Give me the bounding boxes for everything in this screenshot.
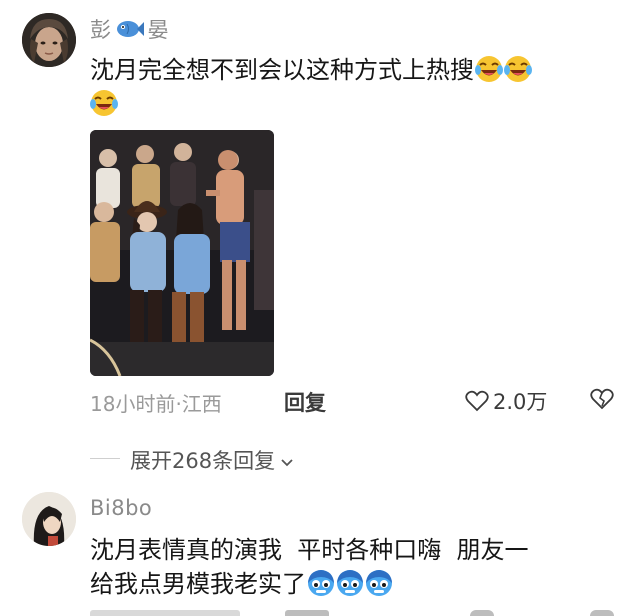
expand-replies-label: 展开268条回复 <box>130 449 276 473</box>
comment-username[interactable]: Bi8bo <box>90 496 152 520</box>
comment-text-line: 沈月完全想不到会以这种方式上热搜 <box>90 56 474 84</box>
comment-text-line: 沈月表情真的演我 平时各种口嗨 朋友一 <box>90 536 529 564</box>
expand-replies-divider <box>90 458 120 459</box>
fish-emoji <box>115 18 145 40</box>
cold-face-icon <box>336 569 364 597</box>
cold-face-icon <box>365 569 393 597</box>
dislike-button[interactable] <box>590 388 614 410</box>
laughing-crying-icon <box>504 55 532 83</box>
username-part-2: 晏 <box>147 18 169 42</box>
comment-meta-row-partial <box>90 608 620 616</box>
laughing-crying-icon <box>90 89 118 117</box>
reply-button[interactable]: 回复 <box>284 387 326 417</box>
avatar[interactable] <box>22 492 76 546</box>
broken-heart-icon <box>590 388 614 410</box>
cold-face-icon <box>307 569 335 597</box>
heart-icon <box>465 390 489 412</box>
comment-time-location: 18小时前·江西 <box>90 392 222 416</box>
expand-replies-button[interactable]: 展开268条回复 <box>130 445 295 475</box>
like-button[interactable]: 2.0万 <box>465 386 547 416</box>
chevron-down-icon <box>279 452 295 468</box>
comment-photo[interactable] <box>90 130 274 376</box>
like-count: 2.0万 <box>493 390 548 414</box>
comment-username[interactable]: 彭 晏 <box>90 15 169 43</box>
comment-text: 沈月完全想不到会以这种方式上热搜 <box>90 53 630 121</box>
comment-text: 沈月表情真的演我 平时各种口嗨 朋友一 给我点男模我老实了 <box>90 533 630 601</box>
laughing-crying-icon <box>475 55 503 83</box>
comment-text-line: 给我点男模我老实了 <box>90 570 306 598</box>
avatar[interactable] <box>22 13 76 67</box>
username-part-1: 彭 <box>90 18 112 42</box>
